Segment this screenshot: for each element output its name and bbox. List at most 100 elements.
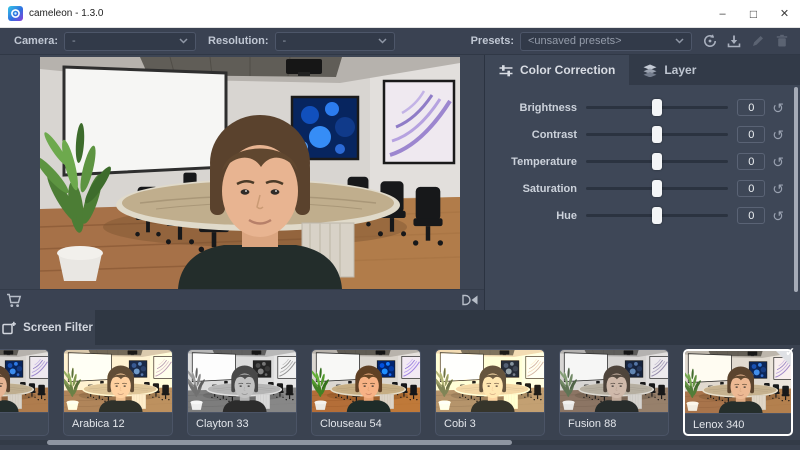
slider-value-input[interactable]: 0 <box>737 153 765 170</box>
conference-room-scene <box>436 350 544 412</box>
slider-row: Saturation 0 ↺ <box>485 175 800 202</box>
panel-scrollbar[interactable] <box>794 87 798 292</box>
panel-tabbar: Color Correction Layer <box>485 55 800 85</box>
filter-name: Cobi 3 <box>436 412 544 435</box>
camera-select-value: - <box>72 35 76 47</box>
slider-label: Brightness <box>485 102 577 114</box>
slider-value-input[interactable]: 0 <box>737 180 765 197</box>
tab-layer[interactable]: Layer <box>629 55 710 85</box>
slider-value-input[interactable]: 0 <box>737 126 765 143</box>
slider-value-input[interactable]: 0 <box>737 99 765 116</box>
slider[interactable] <box>586 126 728 143</box>
conference-room-scene <box>40 57 460 289</box>
slider-label: Hue <box>485 210 577 222</box>
sliders-icon <box>499 64 513 77</box>
chevron-down-icon <box>378 38 387 44</box>
slider-handle[interactable] <box>652 126 662 143</box>
filter-name: Fusion 88 <box>560 412 668 435</box>
slider-handle[interactable] <box>652 99 662 116</box>
filter-card-body[interactable]: Clayton 33 <box>187 349 297 436</box>
filter-card[interactable]: Arabica 12 <box>63 349 173 436</box>
minimize-button[interactable]: – <box>707 0 738 27</box>
filter-name: Arabica 12 <box>64 412 172 435</box>
slider-row: Contrast 0 ↺ <box>485 121 800 148</box>
reset-icon[interactable]: ↺ <box>772 155 784 169</box>
maximize-button[interactable]: □ <box>738 0 769 27</box>
slider[interactable] <box>586 180 728 197</box>
slider[interactable] <box>586 207 728 224</box>
filter-thumbnail <box>0 350 48 412</box>
reset-icon[interactable]: ↺ <box>772 101 784 115</box>
slider-handle[interactable] <box>652 180 662 197</box>
slider-list: Brightness0↺Contrast0↺Temperature0↺Satur… <box>485 85 800 229</box>
presets-label: Presets: <box>471 35 514 47</box>
camera-select[interactable]: - <box>64 32 196 51</box>
filter-strip: Arabica 12 <box>0 345 800 450</box>
filter-name: Clouseau 54 <box>312 412 420 435</box>
window-controls: – □ ✕ <box>707 0 800 27</box>
filter-card-body[interactable]: Cobi 3 <box>435 349 545 436</box>
tab-label: Screen Filter <box>23 322 93 334</box>
slider-handle[interactable] <box>652 207 662 224</box>
conference-room-scene <box>64 350 172 412</box>
slider-row: Brightness 0 ↺ <box>485 94 800 121</box>
filter-card[interactable] <box>0 349 49 436</box>
filter-name: Lenox 340 <box>685 413 791 436</box>
app-icon <box>8 6 23 21</box>
cart-icon[interactable] <box>4 290 24 310</box>
filter-scrollbar-thumb[interactable] <box>47 440 512 445</box>
filter-card-body[interactable]: Clouseau 54 <box>311 349 421 436</box>
slider[interactable] <box>586 99 728 116</box>
tab-screen-filter[interactable]: Screen Filter <box>0 310 95 345</box>
filter-card-body[interactable]: Fusion 88 <box>559 349 669 436</box>
slider-value-input[interactable]: 0 <box>737 207 765 224</box>
toolbar: Camera: - Resolution: - Presets: <unsave… <box>0 28 800 55</box>
filter-card[interactable]: Clouseau 54 <box>311 349 421 436</box>
reset-icon[interactable]: ↺ <box>772 209 784 223</box>
conference-room-scene <box>560 350 668 412</box>
presets-select-value: <unsaved presets> <box>528 35 622 47</box>
reset-icon[interactable]: ↺ <box>772 182 784 196</box>
filter-card-body[interactable]: Arabica 12 <box>63 349 173 436</box>
filter-card[interactable]: Clayton 33 <box>187 349 297 436</box>
close-button[interactable]: ✕ <box>769 0 800 27</box>
restore-preset-icon[interactable] <box>700 31 720 51</box>
slider-handle[interactable] <box>652 153 662 170</box>
filter-thumbnail <box>312 350 420 412</box>
filter-thumbnail <box>436 350 544 412</box>
conference-room-scene <box>188 350 296 412</box>
window-title: cameleon - 1.3.0 <box>29 8 104 19</box>
tab-color-correction[interactable]: Color Correction <box>485 55 629 85</box>
flip-horizontal-icon[interactable] <box>460 290 480 310</box>
layers-icon <box>643 64 657 77</box>
filter-card-body[interactable]: Lenox 340 <box>683 349 793 436</box>
presets-select[interactable]: <unsaved presets> <box>520 32 692 51</box>
reset-icon[interactable]: ↺ <box>772 128 784 142</box>
slider-row: Hue 0 ↺ <box>485 202 800 229</box>
filter-card[interactable]: Lenox 340✓ <box>683 349 793 436</box>
filter-card-body[interactable] <box>0 349 49 436</box>
chevron-down-icon <box>675 38 684 44</box>
preview-image <box>40 57 460 289</box>
delete-preset-icon[interactable] <box>772 31 792 51</box>
filter-card[interactable]: Cobi 3 <box>435 349 545 436</box>
slider[interactable] <box>586 153 728 170</box>
conference-room-scene <box>312 350 420 412</box>
resolution-select[interactable]: - <box>275 32 395 51</box>
filter-tabbar: Screen Filter <box>0 310 800 345</box>
slider-label: Temperature <box>485 156 577 168</box>
title-bar: cameleon - 1.3.0 – □ ✕ <box>0 0 800 28</box>
preview-area <box>0 55 484 289</box>
save-preset-icon[interactable] <box>724 31 744 51</box>
filter-card[interactable]: Fusion 88 <box>559 349 669 436</box>
selected-check-icon: ✓ <box>785 345 795 359</box>
slider-label: Contrast <box>485 129 577 141</box>
edit-preset-icon[interactable] <box>748 31 768 51</box>
resolution-select-value: - <box>283 35 287 47</box>
resolution-label: Resolution: <box>208 35 269 47</box>
color-correction-panel: Color Correction Layer Brightness0↺Contr… <box>485 55 800 310</box>
slider-label: Saturation <box>485 183 577 195</box>
filter-thumbnail <box>64 350 172 412</box>
slider-row: Temperature 0 ↺ <box>485 148 800 175</box>
tab-label: Layer <box>664 63 696 77</box>
